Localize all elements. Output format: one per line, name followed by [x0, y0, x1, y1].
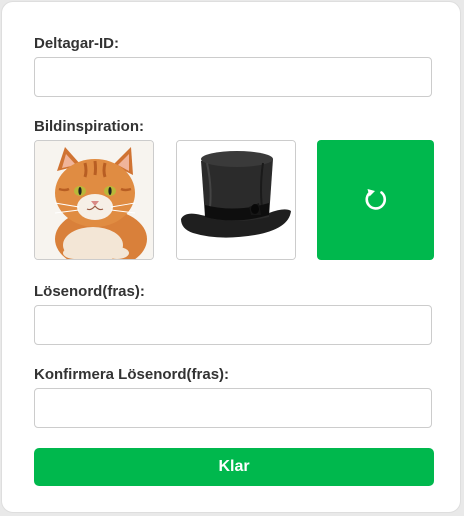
signup-card: Deltagar-ID: Bildinspiration: Lösenord(f… [1, 1, 461, 513]
image-inspiration-label: Bildinspiration: [34, 118, 144, 135]
confirm-password-label: Konfirmera Lösenord(fras): [34, 366, 230, 383]
refresh-images-button[interactable] [317, 140, 434, 260]
refresh-icon [364, 189, 386, 210]
participant-id-input[interactable] [34, 57, 432, 97]
top-hat-image [177, 141, 295, 259]
participant-id-label: Deltagar-ID: [34, 35, 120, 52]
password-label: Lösenord(fras): [34, 283, 145, 300]
confirm-password-input[interactable] [34, 388, 432, 428]
top-hat-image-tile[interactable] [176, 140, 296, 260]
done-button[interactable]: Klar [34, 448, 434, 486]
password-input[interactable] [34, 305, 432, 345]
cat-image [35, 141, 153, 259]
cat-image-tile[interactable] [34, 140, 154, 260]
